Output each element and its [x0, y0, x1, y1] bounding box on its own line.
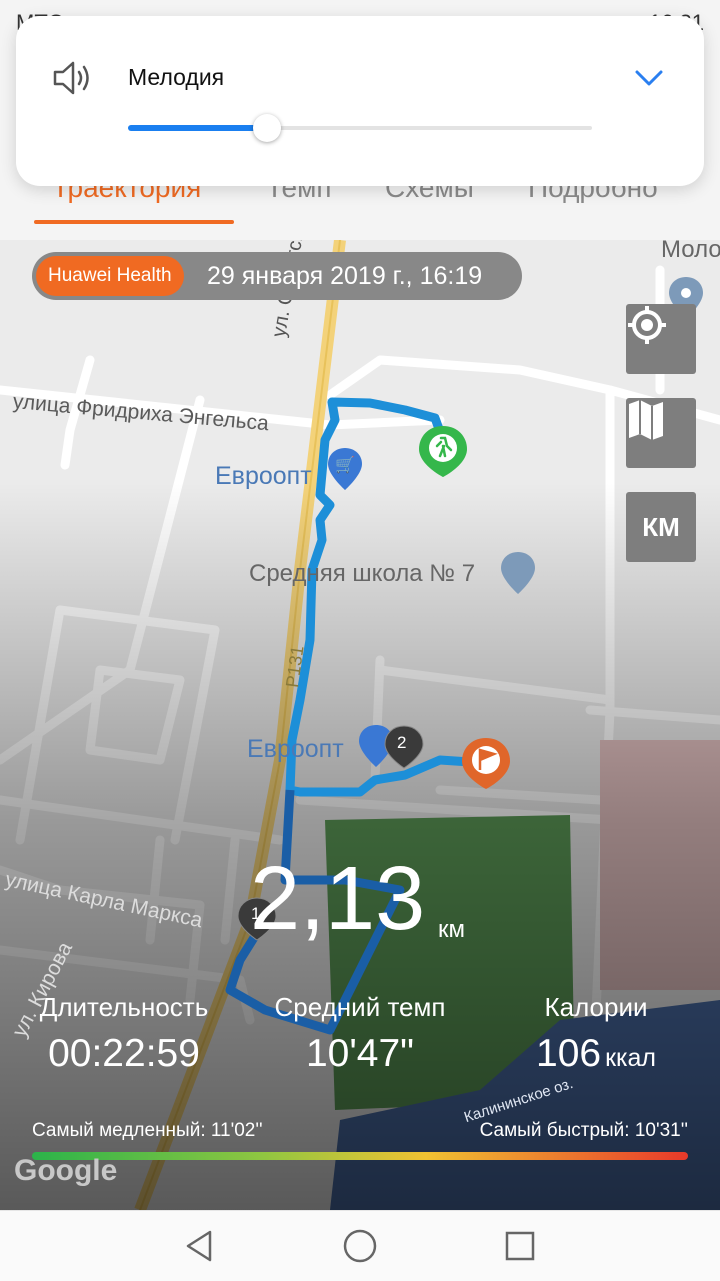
distance-value: 2,13 [250, 849, 426, 949]
volume-stream-label: Мелодия [128, 64, 225, 90]
chevron-down-icon[interactable] [634, 68, 664, 88]
units-button[interactable]: КМ [626, 492, 696, 562]
volume-slider-thumb[interactable] [253, 114, 281, 142]
map-type-button[interactable] [626, 398, 696, 468]
duration-label: Длительность [39, 992, 209, 1022]
avg-pace-label: Средний темп [274, 992, 446, 1022]
route-map[interactable]: 🛒 2 1 улица Фридриха Энгельса улица Карл… [0, 240, 720, 1210]
volume-slider[interactable] [128, 114, 592, 142]
speaker-icon[interactable] [52, 58, 94, 98]
school-label: Средняя школа № 7 [249, 560, 476, 587]
google-attribution: Google [14, 1154, 118, 1187]
volume-popup: Мелодия [16, 16, 704, 186]
back-icon[interactable] [182, 1228, 218, 1264]
store-label: Евроопт [247, 735, 344, 763]
units-label: КМ [642, 511, 680, 542]
slowest-pace: Самый медленный: 11'02'' [32, 1120, 263, 1141]
pace-gradient-bar [32, 1152, 688, 1160]
home-icon[interactable] [342, 1228, 378, 1264]
svg-text:🛒: 🛒 [335, 455, 355, 474]
tab-active-indicator [34, 220, 234, 224]
avg-pace-value: 10'47" [305, 1032, 415, 1075]
recents-icon[interactable] [502, 1228, 538, 1264]
workout-datetime: 29 января 2019 г., 16:19 [207, 262, 483, 290]
locate-icon [628, 306, 666, 344]
distance-unit: км [438, 916, 465, 943]
calories-value-group: 106 ккал [472, 1032, 720, 1076]
store-label: Евроопт [215, 462, 312, 490]
calories-unit: ккал [605, 1044, 656, 1072]
km-marker-2-label: 2 [397, 733, 407, 752]
place-label: Моло [661, 240, 720, 263]
volume-slider-fill [128, 125, 267, 131]
duration-value: 00:22:59 [48, 1032, 200, 1075]
map-icon [629, 400, 663, 440]
calories-label: Калории [544, 992, 648, 1022]
calories-value: 106 [536, 1032, 602, 1075]
navigation-bar [0, 1210, 720, 1281]
source-pill: Huawei Health 29 января 2019 г., 16:19 [32, 252, 522, 300]
fastest-pace: Самый быстрый: 10'31'' [479, 1120, 688, 1141]
source-app-badge: Huawei Health [36, 256, 184, 296]
locate-button[interactable] [626, 304, 696, 374]
